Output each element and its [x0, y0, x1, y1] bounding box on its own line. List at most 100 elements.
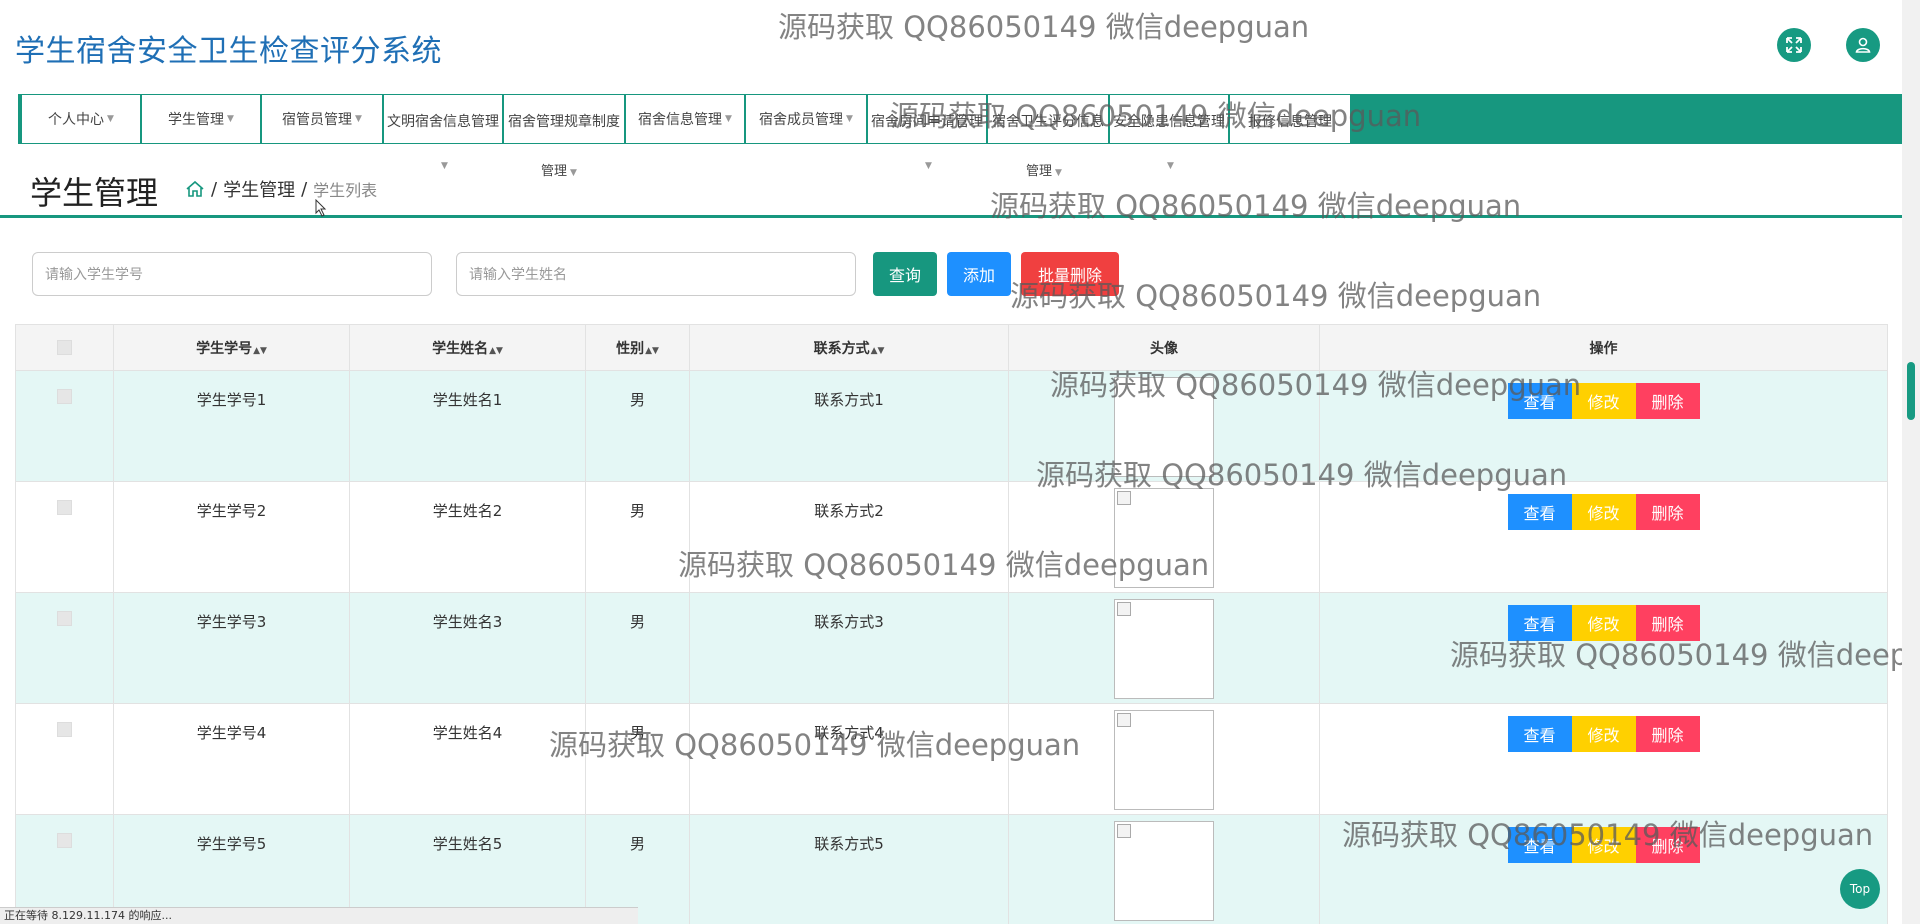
- nav-item-room-application[interactable]: 宿舍房间申请管理: [867, 94, 987, 144]
- app-title: 学生宿舍安全卫生检查评分系统: [15, 34, 442, 69]
- user-button[interactable]: [1846, 28, 1880, 62]
- row-checkbox[interactable]: [57, 833, 72, 848]
- button-label: 修改: [1587, 837, 1620, 856]
- view-button[interactable]: 查看: [1507, 605, 1572, 641]
- nav-item-label: 宿舍卫生评分信息: [992, 114, 1104, 130]
- cell-student-name: 学生姓名1: [349, 370, 586, 482]
- button-label: 删除: [1651, 615, 1684, 634]
- nav-item-dorm-rules[interactable]: 宿舍管理规章制度: [503, 94, 625, 144]
- page: 学生宿舍安全卫生检查评分系统 个人中心 ▼ 学生管理 ▼ 宿管员管理 ▼ 文明宿舍信息…: [0, 0, 1920, 924]
- row-checkbox[interactable]: [57, 389, 72, 404]
- avatar-image: [1114, 710, 1214, 810]
- button-label: 查询: [888, 266, 921, 285]
- view-button[interactable]: 查看: [1507, 827, 1572, 863]
- nav-item-label: 宿舍管理规章制度: [508, 114, 620, 130]
- broken-image-icon: [1117, 491, 1131, 505]
- avatar-image: [1114, 599, 1214, 699]
- button-label: 修改: [1587, 504, 1620, 523]
- cell-operations: 查看 修改 删除: [1319, 370, 1888, 482]
- select-all-checkbox[interactable]: [57, 340, 72, 355]
- header-student-name[interactable]: 学生姓名▲▼: [349, 324, 586, 371]
- student-table: 学生学号▲▼ 学生姓名▲▼ 性别▲▼ 联系方式▲▼ 头像 操作 学生学号1 学生…: [15, 324, 1888, 924]
- broken-image-icon: [1117, 602, 1131, 616]
- scrollbar-thumb[interactable]: [1907, 362, 1915, 420]
- view-button[interactable]: 查看: [1507, 383, 1572, 419]
- row-checkbox[interactable]: [57, 500, 72, 515]
- button-label: 查看: [1523, 726, 1556, 745]
- home-icon[interactable]: [185, 179, 205, 199]
- cell-avatar: [1008, 481, 1320, 593]
- cell-student-id: 学生学号4: [113, 703, 350, 815]
- breadcrumb: / 学生管理 / 学生列表: [185, 176, 377, 202]
- nav-item-label: 个人中心: [48, 112, 105, 128]
- edit-button[interactable]: 修改: [1571, 605, 1636, 641]
- cell-operations: 查看 修改 删除: [1319, 814, 1888, 924]
- caret-down-icon: ▼: [1055, 168, 1062, 178]
- edit-button[interactable]: 修改: [1571, 827, 1636, 863]
- breadcrumb-level2: 学生列表: [313, 181, 378, 200]
- input-placeholder: 请输入学生学号: [45, 267, 143, 283]
- input-placeholder: 请输入学生姓名: [469, 267, 567, 283]
- header-student-id[interactable]: 学生学号▲▼: [113, 324, 350, 371]
- nav-item-student-management[interactable]: 学生管理 ▼: [141, 94, 261, 144]
- sort-icon: ▲▼: [253, 345, 267, 356]
- nav-item-repair-info[interactable]: 报修信息管理: [1229, 94, 1351, 144]
- vertical-scrollbar[interactable]: [1902, 0, 1920, 924]
- nav-item-label: 宿舍成员管理: [759, 112, 844, 128]
- view-button[interactable]: 查看: [1507, 716, 1572, 752]
- nav-subline-label: 管理: [541, 164, 568, 179]
- nav-item-dorm-info[interactable]: 宿舍信息管理 ▼: [625, 94, 745, 144]
- header-contact[interactable]: 联系方式▲▼: [689, 324, 1009, 371]
- nav-subline-hygiene[interactable]: 管理 ▼: [1026, 160, 1062, 179]
- header-label: 学生学号: [196, 340, 253, 357]
- caret-down-icon: ▼: [227, 114, 234, 124]
- header-gender[interactable]: 性别▲▼: [585, 324, 690, 371]
- fullscreen-button[interactable]: [1777, 28, 1811, 62]
- cell-student-id: 学生学号1: [113, 370, 350, 482]
- nav-item-hygiene-score[interactable]: 宿舍卫生评分信息: [987, 94, 1109, 144]
- student-id-search-input[interactable]: 请输入学生学号: [32, 252, 432, 296]
- button-label: 删除: [1651, 726, 1684, 745]
- avatar-image: [1114, 488, 1214, 588]
- edit-button[interactable]: 修改: [1571, 716, 1636, 752]
- cell-operations: 查看 修改 删除: [1319, 592, 1888, 704]
- add-button[interactable]: 添加: [947, 252, 1011, 296]
- edit-button[interactable]: 修改: [1571, 383, 1636, 419]
- caret-down-icon: ▼: [570, 168, 577, 178]
- edit-button[interactable]: 修改: [1571, 494, 1636, 530]
- back-to-top-button[interactable]: Top: [1840, 869, 1880, 909]
- nav-subline-rules[interactable]: 管理 ▼: [541, 160, 577, 179]
- nav-item-dorm-members[interactable]: 宿舍成员管理 ▼: [745, 94, 867, 144]
- row-checkbox[interactable]: [57, 722, 72, 737]
- nav-item-label: 宿管员管理: [282, 112, 353, 128]
- expand-arrows-icon: [1786, 37, 1802, 53]
- nav-item-personal-center[interactable]: 个人中心 ▼: [21, 94, 141, 144]
- broken-image-icon: [1117, 713, 1131, 727]
- nav-item-civilized-dorm[interactable]: 文明宿舍信息管理: [383, 94, 503, 144]
- delete-button[interactable]: 删除: [1635, 494, 1700, 530]
- sort-icon: ▲▼: [870, 345, 885, 356]
- cell-contact: 联系方式5: [689, 814, 1009, 924]
- query-button[interactable]: 查询: [873, 252, 937, 296]
- delete-button[interactable]: 删除: [1635, 383, 1700, 419]
- view-button[interactable]: 查看: [1507, 494, 1572, 530]
- breadcrumb-level1[interactable]: 学生管理: [223, 176, 295, 202]
- nav-item-safety-hazard[interactable]: 安全隐患信息管理: [1109, 94, 1229, 144]
- delete-button[interactable]: 删除: [1635, 716, 1700, 752]
- row-checkbox[interactable]: [57, 611, 72, 626]
- header-label: 操作: [1589, 340, 1618, 357]
- table-row: 学生学号2 学生姓名2 男 联系方式2 查看 修改 删除: [15, 481, 1888, 593]
- header-operations: 操作: [1319, 324, 1888, 371]
- delete-button[interactable]: 删除: [1635, 827, 1700, 863]
- cell-contact: 联系方式2: [689, 481, 1009, 593]
- nav-item-dorm-manager-management[interactable]: 宿管员管理 ▼: [261, 94, 383, 144]
- caret-down-icon: ▼: [1167, 161, 1174, 171]
- batch-delete-button[interactable]: 批量删除: [1021, 252, 1119, 296]
- delete-button[interactable]: 删除: [1635, 605, 1700, 641]
- student-name-search-input[interactable]: 请输入学生姓名: [456, 252, 856, 296]
- button-label: 查看: [1523, 837, 1556, 856]
- cell-gender: 男: [585, 703, 690, 815]
- breadcrumb-separator: /: [301, 178, 308, 200]
- button-label: 批量删除: [1037, 266, 1102, 285]
- cell-student-id: 学生学号2: [113, 481, 350, 593]
